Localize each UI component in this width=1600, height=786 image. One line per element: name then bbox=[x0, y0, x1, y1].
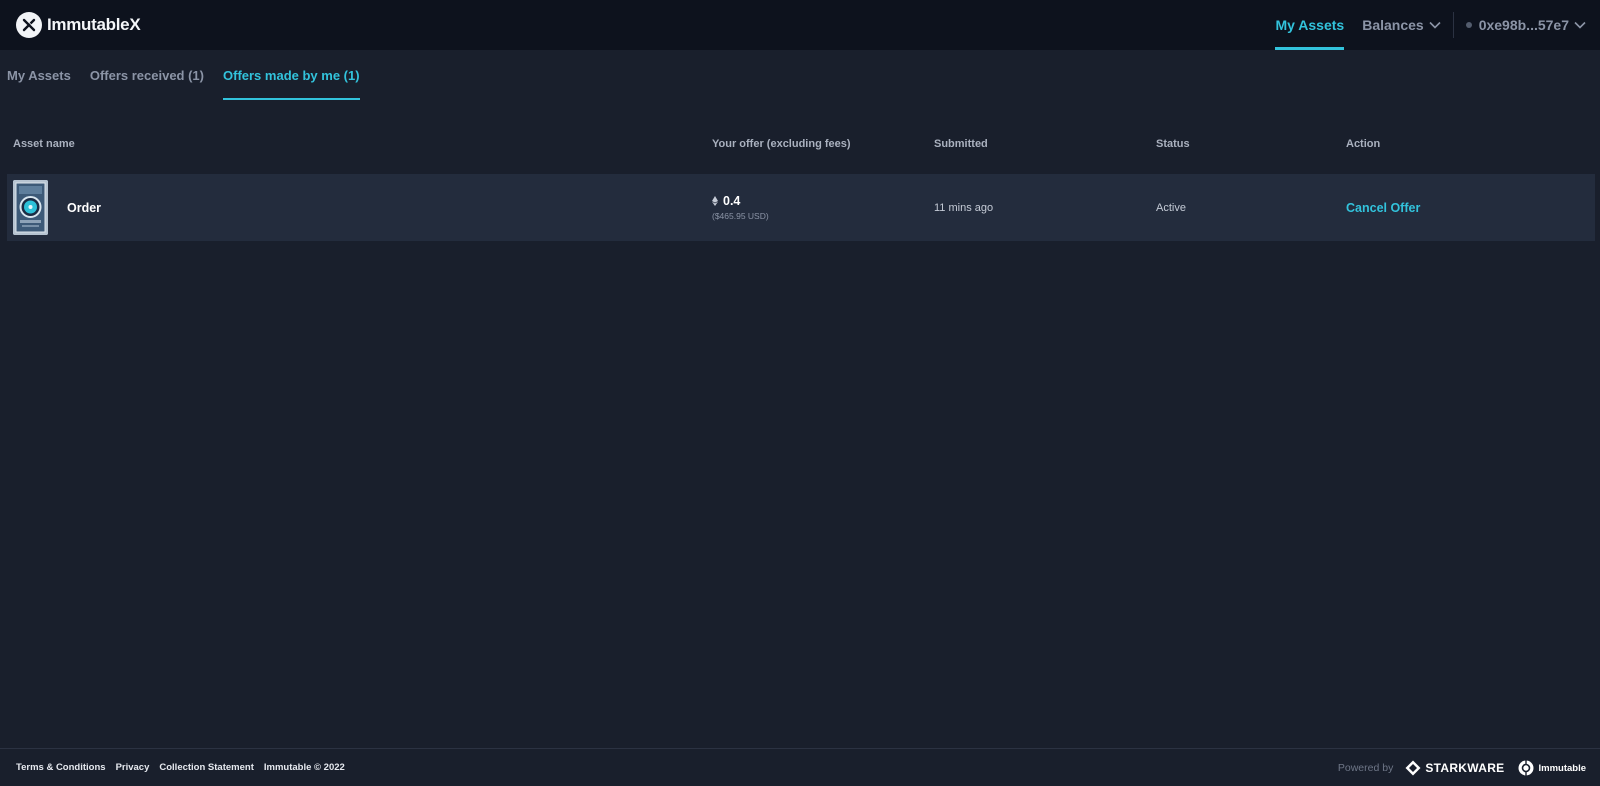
status-cell: Active bbox=[1156, 201, 1186, 214]
header-nav: My Assets Balances 0xe98b...57e7 bbox=[1275, 0, 1600, 50]
footer-copyright: Immutable © 2022 bbox=[263, 762, 345, 773]
immutable-logo-icon bbox=[1518, 760, 1534, 776]
footer-brands: Powered by STARKWARE Immutable bbox=[1338, 749, 1586, 786]
footer-links: Terms & Conditions Privacy Collection St… bbox=[16, 762, 355, 773]
footer: Terms & Conditions Privacy Collection St… bbox=[0, 748, 1600, 786]
nav-balances-label: Balances bbox=[1362, 17, 1424, 33]
asset-thumbnail[interactable] bbox=[13, 180, 48, 235]
asset-tabs: My Assets Offers received (1) Offers mad… bbox=[7, 50, 379, 100]
immutable-brand[interactable]: Immutable bbox=[1518, 760, 1586, 776]
immutablex-logo-icon bbox=[16, 12, 42, 38]
offer-cell: 0.4 ($465.95 USD) bbox=[712, 174, 769, 241]
footer-link-collection-statement[interactable]: Collection Statement bbox=[159, 762, 254, 773]
offer-value: 0.4 bbox=[723, 194, 741, 208]
starkware-text: STARKWARE bbox=[1425, 761, 1505, 775]
footer-link-terms[interactable]: Terms & Conditions bbox=[16, 762, 106, 773]
tab-label: Offers made by me (1) bbox=[223, 67, 360, 83]
starkware-brand[interactable]: STARKWARE bbox=[1405, 760, 1504, 776]
wallet-address: 0xe98b...57e7 bbox=[1478, 17, 1569, 33]
offer-usd: ($465.95 USD) bbox=[712, 211, 769, 221]
wallet-status-dot bbox=[1465, 22, 1472, 28]
column-header-action: Action bbox=[1346, 138, 1381, 150]
wallet-dropdown[interactable]: 0xe98b...57e7 bbox=[1465, 0, 1586, 50]
nav-balances-dropdown[interactable]: Balances bbox=[1362, 0, 1441, 50]
nav-my-assets-label: My Assets bbox=[1275, 17, 1345, 33]
nav-my-assets[interactable]: My Assets bbox=[1275, 0, 1344, 50]
chevron-down-icon bbox=[1429, 21, 1441, 29]
tab-offers-received[interactable]: Offers received (1) bbox=[90, 50, 204, 100]
table-header: Asset name Your offer (excluding fees) S… bbox=[7, 133, 1595, 157]
footer-link-privacy[interactable]: Privacy bbox=[116, 762, 150, 773]
powered-by-label: Powered by bbox=[1337, 762, 1394, 774]
asset-name[interactable]: Order bbox=[67, 201, 101, 215]
column-header-submitted: Submitted bbox=[934, 138, 988, 150]
tab-offers-made[interactable]: Offers made by me (1) bbox=[223, 50, 360, 100]
tab-label: My Assets bbox=[7, 67, 71, 83]
logo[interactable]: ImmutableX bbox=[16, 12, 141, 38]
column-header-asset-name: Asset name bbox=[13, 138, 75, 150]
submitted-cell: 11 mins ago bbox=[934, 201, 994, 214]
chevron-down-icon bbox=[1574, 21, 1586, 29]
immutable-text: Immutable bbox=[1538, 762, 1586, 774]
tab-my-assets[interactable]: My Assets bbox=[7, 50, 71, 100]
nav-divider bbox=[1452, 12, 1454, 38]
cancel-offer-button[interactable]: Cancel Offer bbox=[1346, 174, 1420, 241]
starkware-logo-icon bbox=[1405, 760, 1421, 776]
eth-icon bbox=[712, 196, 718, 206]
tab-label: Offers received (1) bbox=[89, 67, 204, 83]
logo-text: ImmutableX bbox=[47, 15, 141, 34]
column-header-offer: Your offer (excluding fees) bbox=[712, 138, 851, 150]
offer-amount: 0.4 bbox=[712, 194, 740, 208]
table-row[interactable]: Order 0.4 ($465.95 USD) 11 mins ago Acti… bbox=[7, 174, 1595, 241]
column-header-status: Status bbox=[1156, 138, 1190, 150]
top-header: ImmutableX My Assets Balances 0xe98b...5… bbox=[0, 0, 1600, 50]
asset-cell: Order bbox=[13, 174, 101, 241]
